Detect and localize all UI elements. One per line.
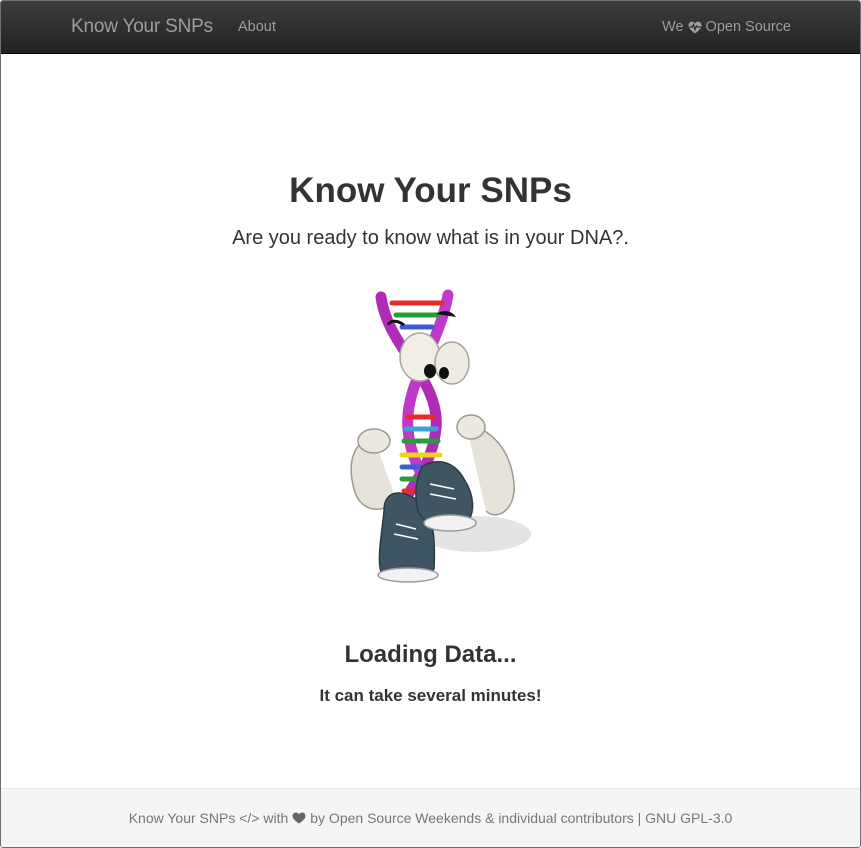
browser-frame: Know Your SNPs About We Open Source Know… bbox=[0, 0, 861, 848]
loading-note: It can take several minutes! bbox=[319, 686, 542, 705]
footer-text-end: by Open Source Weekends & individual con… bbox=[310, 810, 733, 826]
page-title: Know Your SNPs bbox=[289, 171, 572, 210]
heart-icon bbox=[292, 812, 306, 824]
page-subtitle: Are you ready to know what is in your DN… bbox=[232, 227, 629, 249]
nav-open-source-link[interactable]: We Open Source bbox=[662, 19, 791, 35]
loading-heading: Loading Data... bbox=[344, 641, 517, 668]
nav-open-source-label: Open Source bbox=[705, 19, 791, 35]
nav-we-label: We bbox=[662, 19, 684, 35]
footer: Know Your SNPs </> with by Open Source W… bbox=[1, 788, 860, 847]
navbar: Know Your SNPs About We Open Source bbox=[1, 1, 860, 54]
dna-mascot-image bbox=[350, 289, 531, 583]
navbar-brand-link[interactable]: Know Your SNPs bbox=[71, 16, 213, 38]
nav-about-link[interactable]: About bbox=[238, 19, 276, 35]
heart-pulse-icon bbox=[688, 21, 702, 33]
footer-text-start: Know Your SNPs </> with bbox=[128, 810, 289, 826]
